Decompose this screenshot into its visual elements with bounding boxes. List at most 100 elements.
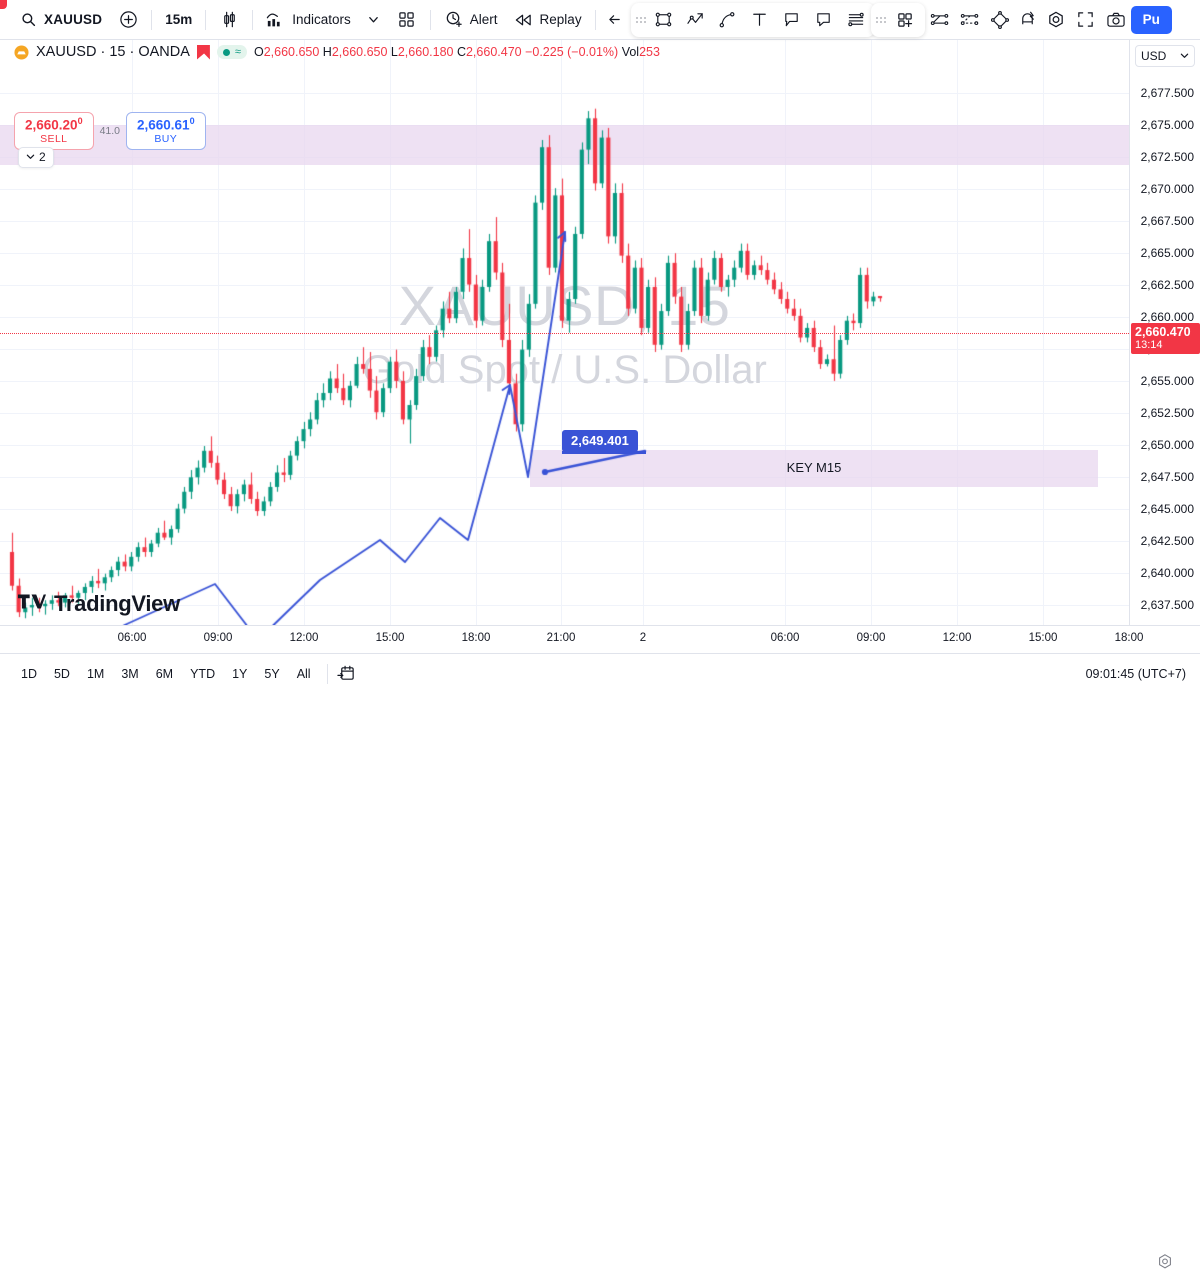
trade-panel[interactable]: 2,660.200 SELL 41.0 2,660.610 BUY [14, 112, 206, 151]
time-tick: 21:00 [546, 632, 576, 644]
replay-button[interactable]: Replay [506, 6, 590, 34]
fullscreen-button[interactable] [1071, 6, 1101, 34]
notification-nub [0, 0, 7, 9]
rectangle-tool-button[interactable] [648, 6, 680, 34]
symbol-search-button[interactable]: XAUUSD [10, 6, 110, 34]
object-tools-group [870, 2, 925, 37]
range-button-ytd[interactable]: YTD [183, 664, 222, 684]
toolbar-collapse-button[interactable] [601, 6, 629, 34]
volume-value: 253 [639, 45, 660, 59]
comment-balloon-tool-button[interactable] [808, 6, 840, 34]
time-tick: 06:00 [770, 632, 800, 644]
camera-snapshot-icon [1106, 10, 1126, 30]
time-tick: 09:00 [203, 632, 233, 644]
polygon-tool-icon [990, 10, 1010, 30]
timeframe-button[interactable]: 15m [157, 6, 200, 34]
price-tick: 2,665.000 [1140, 246, 1194, 260]
callout-tool-icon [782, 10, 802, 30]
current-price-time: 13:14 [1135, 339, 1163, 351]
callout-tool-button[interactable] [776, 6, 808, 34]
drag-handle[interactable] [635, 9, 646, 31]
camera-snapshot-button[interactable] [1101, 6, 1131, 34]
timeframe-label: 15m [165, 12, 193, 27]
sell-button[interactable]: 2,660.200 SELL [14, 112, 94, 151]
current-price-value: 2,660.470 [1135, 325, 1191, 339]
range-button-6m[interactable]: 6M [149, 664, 180, 684]
low-label: L [390, 45, 398, 59]
forecast-tool-button[interactable] [925, 6, 955, 34]
polygon-tool-button[interactable] [985, 6, 1015, 34]
indicators-dropdown-button[interactable] [359, 6, 389, 34]
layout-templates-button[interactable] [389, 6, 425, 34]
currency-selector[interactable]: USD [1135, 45, 1195, 67]
high-value: 2,660.650 [331, 45, 388, 59]
range-button-5d[interactable]: 5D [47, 664, 77, 684]
text-tool-button[interactable] [744, 6, 776, 34]
text-tool-icon [750, 10, 770, 30]
current-price-label[interactable]: 2,660.470 13:14 [1131, 323, 1200, 355]
price-callout-label[interactable]: 2,649.401 [562, 430, 638, 452]
market-open-dot-icon: ≈ [216, 45, 247, 59]
object-tree-add-icon [895, 10, 915, 30]
date-range-button[interactable] [336, 664, 356, 683]
bottom-bar: 1D 5D 1M 3M 6M YTD 1Y 5Y All 09:01:45 (UTC+7) [0, 653, 1200, 693]
magnet-tool-button[interactable] [1015, 6, 1041, 34]
chart-canvas-area[interactable]: KEY M15 XAUUSD, 15 Gold Spot / U.S. Doll… [0, 40, 1129, 653]
time-tick: 2 [639, 632, 647, 644]
forecast-tool-icon [930, 10, 950, 30]
rectangle-tool-icon [654, 10, 674, 30]
range-button-1y[interactable]: 1Y [225, 664, 254, 684]
alarm-clock-plus-icon [444, 10, 464, 30]
range-button-all[interactable]: All [290, 664, 318, 684]
drag-handle-2[interactable] [875, 9, 886, 31]
search-icon [18, 10, 38, 30]
projection-tool-button[interactable] [955, 6, 985, 34]
chevron-down-icon [26, 150, 35, 164]
indicators-button[interactable]: Indicators [258, 6, 359, 34]
indicators-label: Indicators [292, 12, 351, 27]
rewind-icon [514, 10, 534, 30]
range-button-5y[interactable]: 5Y [257, 664, 286, 684]
add-symbol-button[interactable] [110, 6, 146, 34]
trend-line-arrow-tool-icon [686, 10, 706, 30]
buy-button[interactable]: 2,660.610 BUY [126, 112, 206, 151]
price-tick: 2,637.500 [1140, 598, 1194, 612]
alert-button[interactable]: Alert [436, 6, 506, 34]
chart-style-button[interactable] [211, 6, 247, 34]
hollow-circle-button[interactable] [1041, 6, 1071, 34]
price-tick: 2,667.500 [1140, 214, 1194, 228]
trend-line-arrow-tool-button[interactable] [680, 6, 712, 34]
comment-balloon-tool-icon [814, 10, 834, 30]
time-tick: 12:00 [289, 632, 319, 644]
price-tick: 2,672.500 [1140, 150, 1194, 164]
range-button-1m[interactable]: 1M [80, 664, 111, 684]
price-axis[interactable]: USD 2,677.500 2,675.000 2,672.500 2,670.000… [1129, 40, 1200, 653]
indicators-chart-icon [266, 10, 286, 30]
price-callout-underline [562, 451, 646, 454]
order-quantity-selector[interactable]: 2 [18, 147, 54, 168]
range-button-1d[interactable]: 1D [14, 664, 44, 684]
price-tick: 2,642.500 [1140, 534, 1194, 548]
time-axis[interactable]: 06:00 09:00 12:00 15:00 18:00 21:00 2 06:00 09:0… [0, 625, 1200, 1269]
chart-legend[interactable]: XAUUSD · 15 · OANDA ≈ O2,660.650 H2,660.… [14, 44, 660, 60]
object-tree-add-button[interactable] [888, 6, 922, 34]
projection-tool-icon [960, 10, 980, 30]
time-tick: 18:00 [461, 632, 491, 644]
time-tick: 12:00 [942, 632, 972, 644]
publish-label: Pu [1142, 12, 1160, 27]
open-label: O [253, 45, 264, 59]
toolbar-divider [252, 9, 254, 30]
red-flag-icon [196, 44, 210, 60]
tradingview-logo-icon [18, 592, 46, 616]
close-value: 2,660.470 [465, 45, 522, 59]
publish-button[interactable]: Pu [1130, 5, 1172, 34]
tradingview-label: TradingView [54, 591, 180, 616]
key-m15-zone-label: KEY M15 [786, 460, 842, 475]
path-tool-button[interactable] [712, 6, 744, 34]
time-tick: 15:00 [375, 632, 405, 644]
horizontal-lines-tool-button[interactable] [840, 6, 872, 34]
gear-icon[interactable] [1156, 1253, 1174, 1271]
price-tick: 2,675.000 [1140, 118, 1194, 132]
price-tick: 2,645.000 [1140, 502, 1194, 516]
range-button-3m[interactable]: 3M [114, 664, 145, 684]
